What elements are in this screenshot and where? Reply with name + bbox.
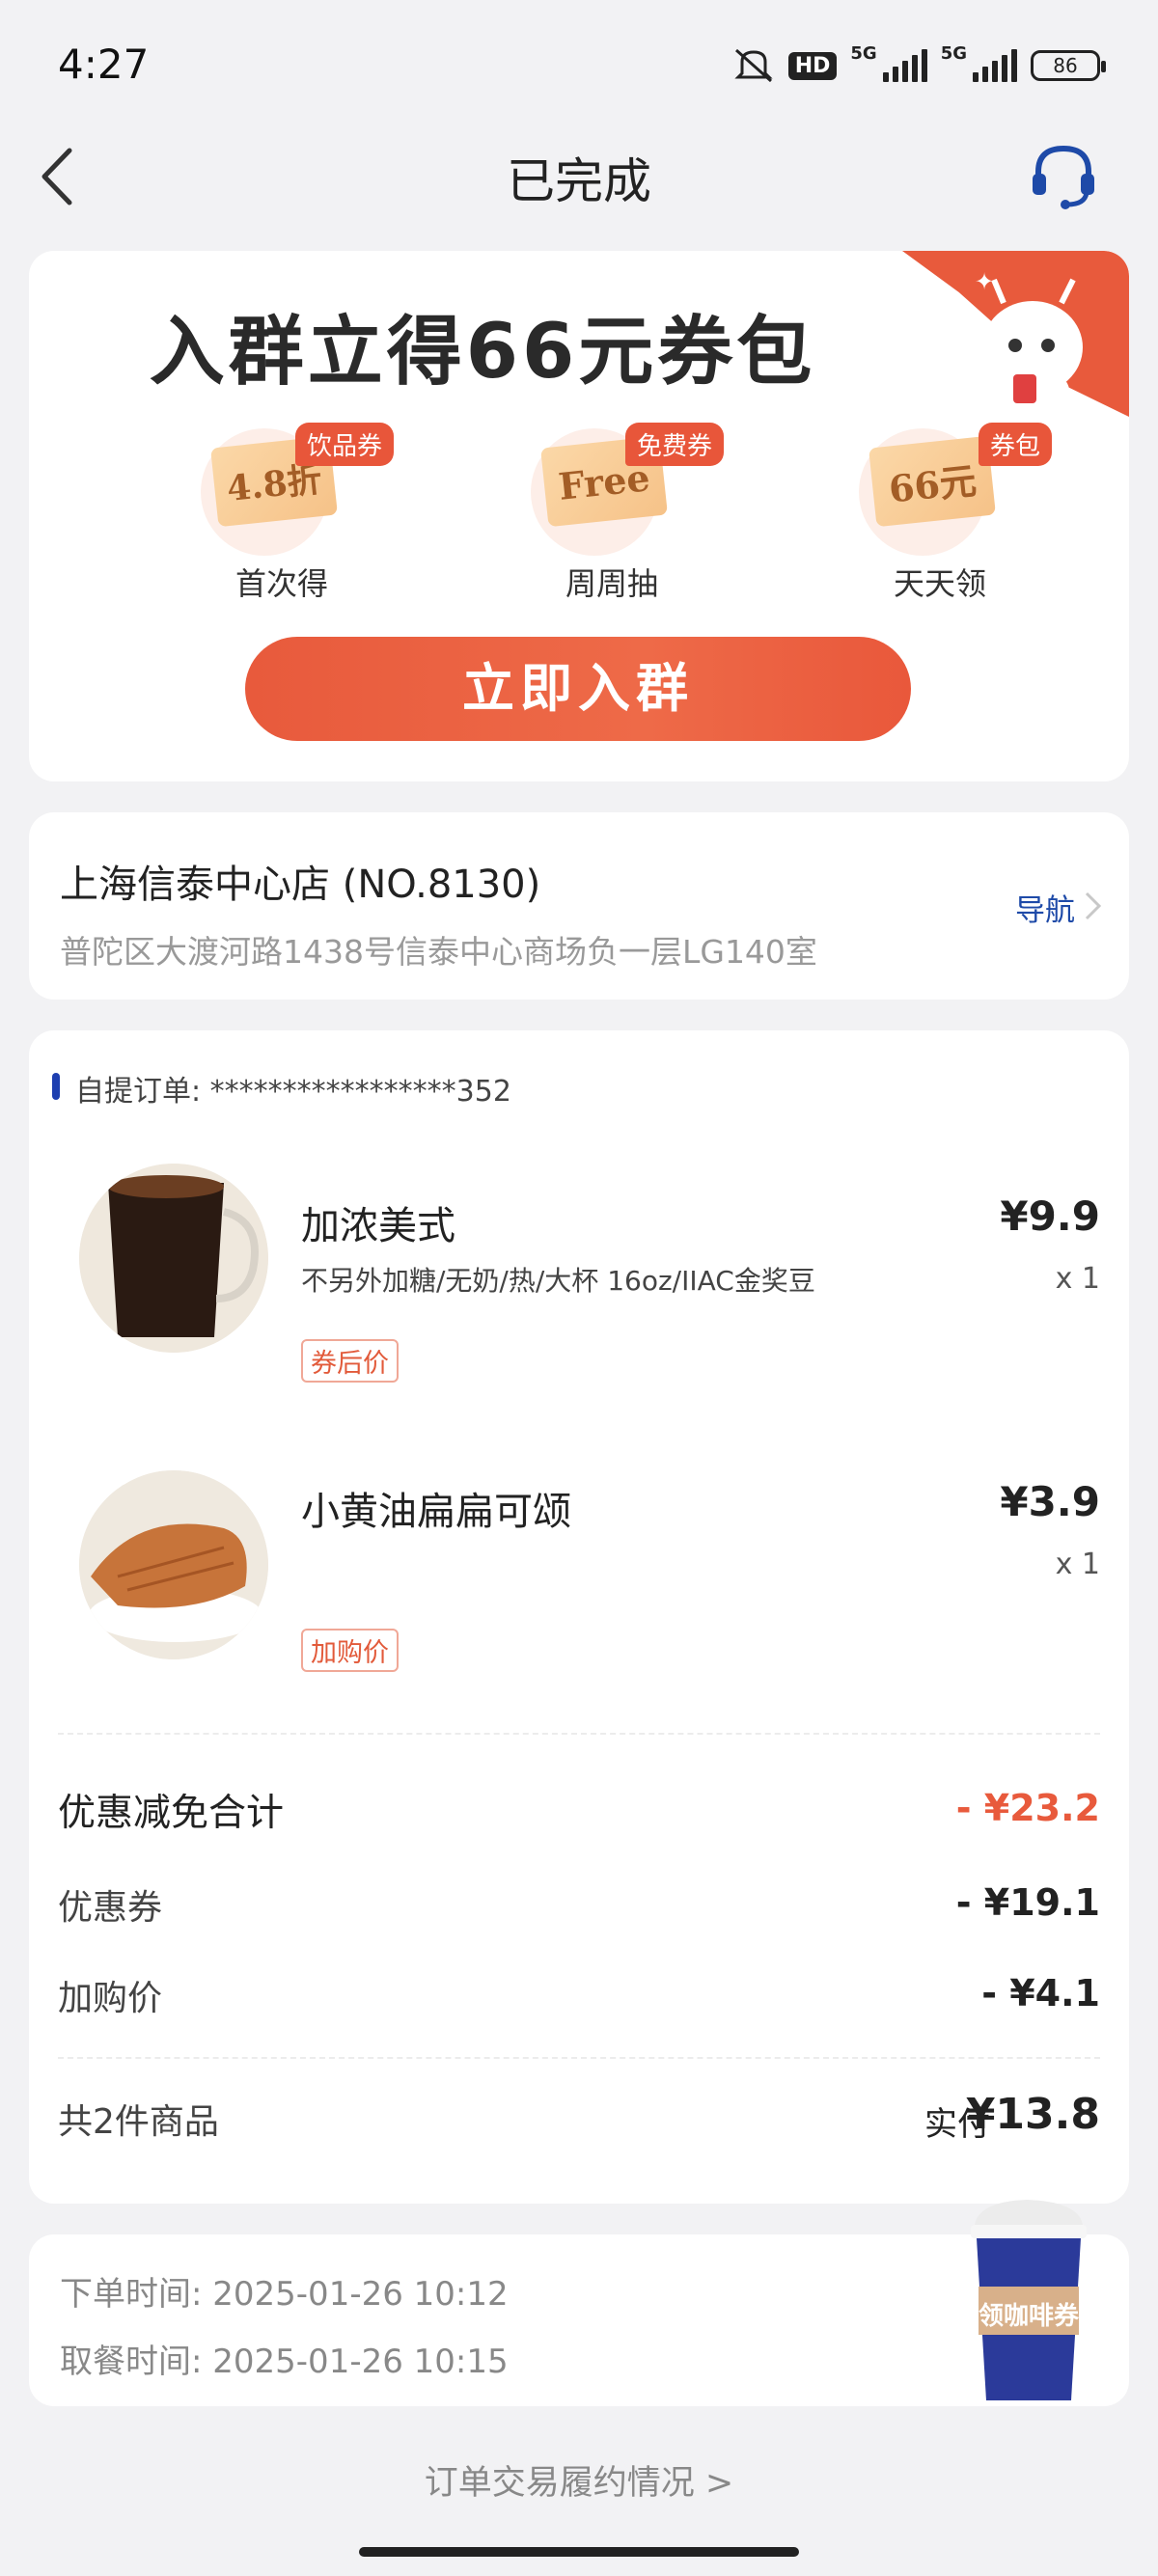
headset-icon[interactable]: [1027, 139, 1100, 212]
item-quantity: x 1: [1055, 1548, 1100, 1581]
coupon-label: 优惠券: [58, 1888, 163, 1928]
signal-icon-2: [973, 49, 1017, 82]
croissant-image[interactable]: [79, 1470, 268, 1659]
item-quantity: x 1: [1055, 1262, 1100, 1296]
chevron-right-icon[interactable]: [1083, 890, 1104, 922]
store-card: 上海信泰中心店 (NO.8130) 普陀区大渡河路1438号信泰中心商场负一层L…: [29, 812, 1129, 1000]
times-card: 下单时间: 2025-01-26 10:12 取餐时间: 2025-01-26 …: [29, 2200, 1129, 2406]
item-name: 加浓美式: [301, 1204, 455, 1248]
status-icons: HD 5G 5G 86: [732, 43, 1106, 85]
item-name: 小黄油扁扁可颂: [301, 1490, 571, 1534]
order-time: 下单时间: 2025-01-26 10:12: [60, 2275, 509, 2314]
network-5g-label: 5G: [850, 43, 877, 64]
mute-icon: [734, 48, 773, 83]
coupon-badge: 免费券: [624, 423, 724, 466]
battery-icon: 86: [1031, 50, 1106, 81]
price-tag: 券后价: [301, 1339, 399, 1383]
page-title: 已完成: [507, 153, 651, 209]
home-indicator[interactable]: [359, 2547, 799, 2557]
coupon-label: 周周抽: [565, 565, 658, 602]
addon-value: - ¥4.1: [981, 1972, 1100, 2014]
coupon-badge: 饮品券: [294, 423, 394, 466]
item-spec: 不另外加糖/无奶/热/大杯 16oz/IIAC金奖豆: [301, 1265, 815, 1297]
price-tag: 加购价: [301, 1629, 399, 1672]
status-time: 4:27: [58, 41, 150, 88]
americano-image[interactable]: [79, 1164, 268, 1353]
coffee-coupon-cup[interactable]: 领咖啡券: [969, 2192, 1089, 2404]
item-price: ¥9.9: [1000, 1192, 1100, 1240]
navigate-link[interactable]: 导航: [1015, 886, 1075, 929]
coupon-drink: 4.8折 饮品券: [201, 423, 394, 556]
order-card: 自提订单: *****************352 加浓美式 不另外加糖/无奶…: [29, 1030, 1129, 2204]
addon-label: 加购价: [58, 1979, 163, 2018]
promo-card[interactable]: ✦ 入群立得66元券包 4.8折 饮品券 首次得 Free 免费券 周周抽 66…: [29, 251, 1129, 781]
svg-text:✦: ✦: [975, 268, 994, 295]
coupon-pack: 66元 券包: [859, 423, 1052, 556]
pickup-time: 取餐时间: 2025-01-26 10:15: [60, 2343, 509, 2381]
store-address: 普陀区大渡河路1438号信泰中心商场负一层LG140室: [60, 933, 817, 971]
discount-total-label: 优惠减免合计: [58, 1792, 285, 1835]
item-count: 共2件商品: [58, 2102, 219, 2142]
order-number: 自提订单: *****************352: [75, 1075, 511, 1109]
discount-total-value: - ¥23.2: [955, 1787, 1100, 1829]
mascot-icon: ✦: [975, 268, 1083, 414]
coupon-value: - ¥19.1: [955, 1881, 1100, 1924]
divider: [58, 2057, 1100, 2059]
hd-icon: HD: [787, 51, 838, 80]
order-accent-bar: [52, 1073, 60, 1100]
coupon-badge: 券包: [978, 423, 1052, 466]
network-5g-label-2: 5G: [940, 43, 967, 64]
coffee-coupon-label[interactable]: 领咖啡券: [977, 2296, 1081, 2332]
store-name: 上海信泰中心店 (NO.8130): [60, 863, 541, 907]
coupon-ticket: 66元: [868, 435, 996, 528]
join-group-button[interactable]: 立即入群: [245, 637, 911, 741]
signal-icon: [882, 49, 927, 82]
coupon-free: Free 免费券: [531, 423, 724, 556]
item-price: ¥3.9: [1000, 1478, 1100, 1525]
coupon-label: 天天领: [893, 565, 986, 602]
divider: [58, 1733, 1100, 1735]
promo-title: 入群立得66元券包: [149, 309, 816, 396]
fulfillment-link[interactable]: 订单交易履约情况 >: [0, 2455, 1158, 2505]
paid-value: ¥13.8: [965, 2090, 1100, 2139]
coupon-label: 首次得: [234, 565, 328, 602]
